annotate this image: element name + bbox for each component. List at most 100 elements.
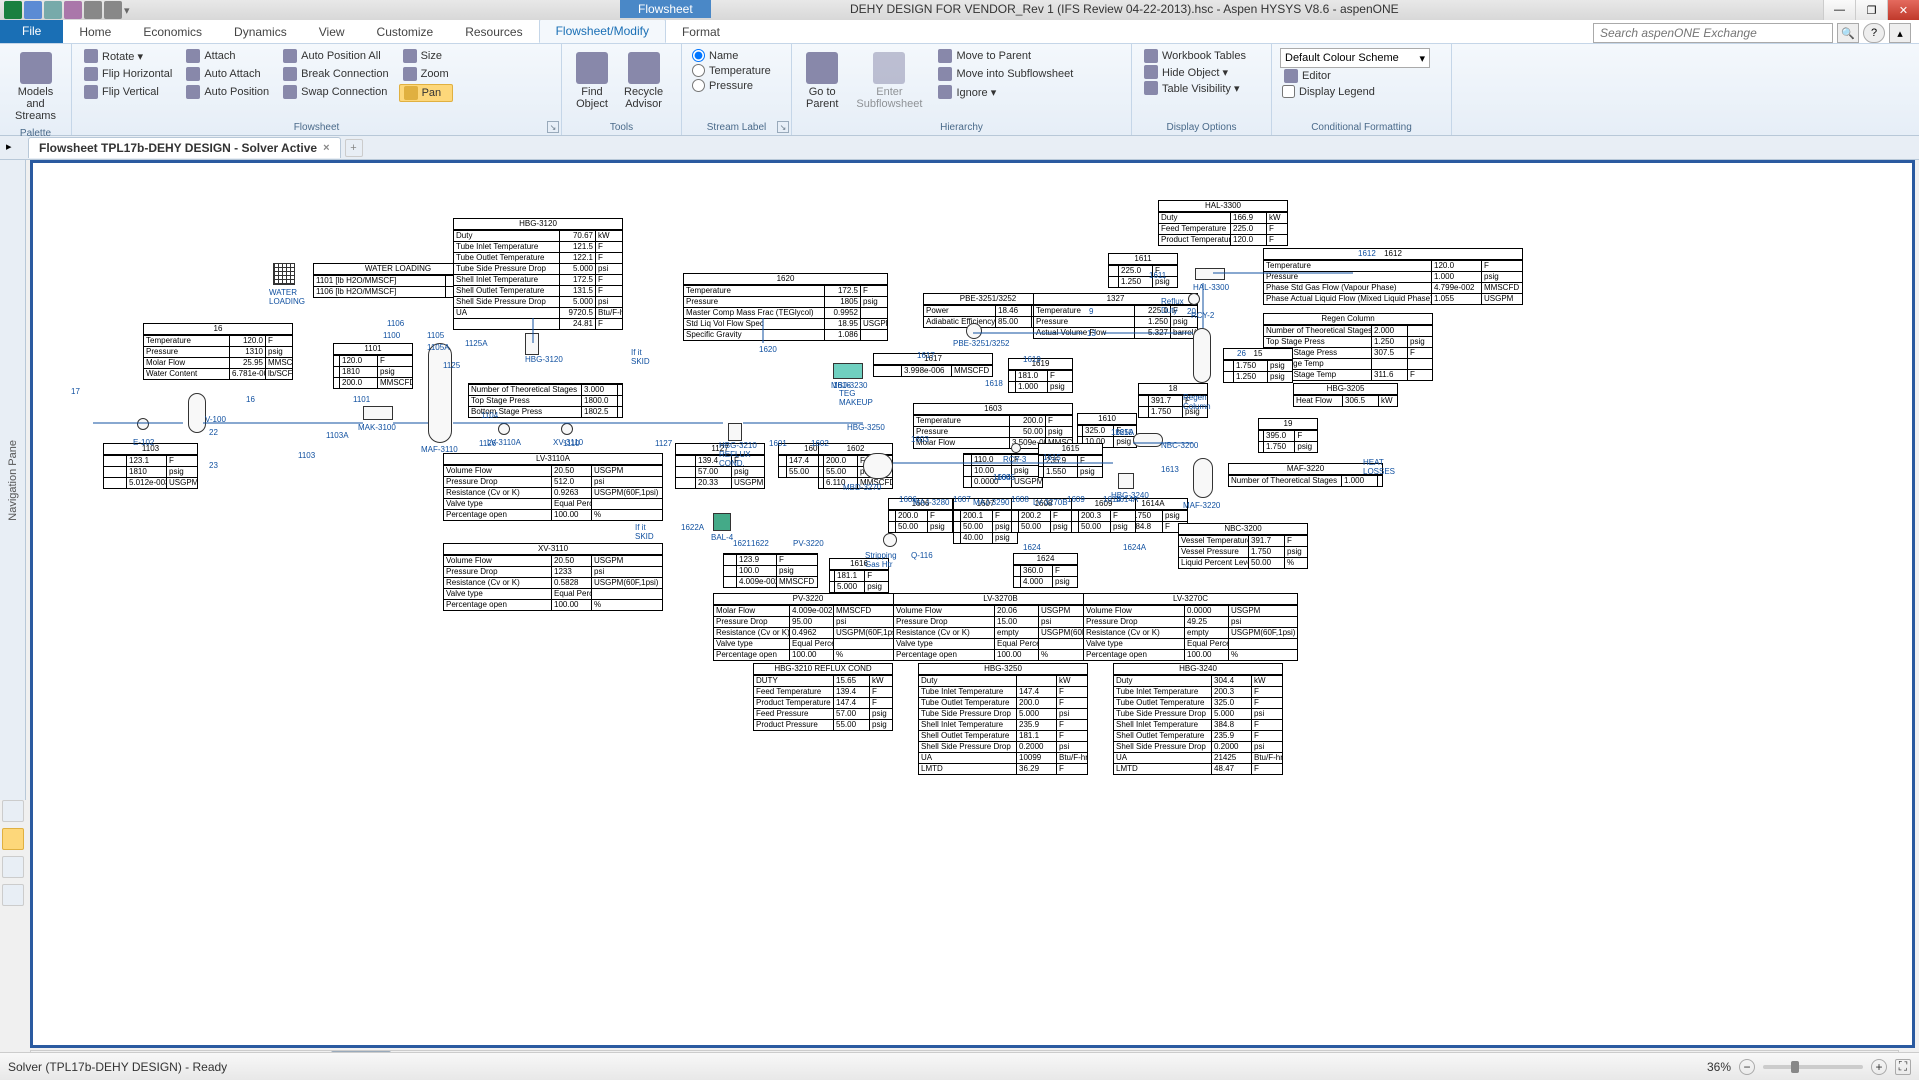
new-tab-button[interactable]: + xyxy=(345,139,363,157)
tab-flowsheet-modify[interactable]: Flowsheet/Modify xyxy=(539,19,666,43)
data-table[interactable]: LV-3270CVolume Flow0.0000USGPMPressure D… xyxy=(1083,593,1298,661)
tab-customize[interactable]: Customize xyxy=(361,21,450,43)
unit-block[interactable] xyxy=(1193,328,1211,383)
data-table[interactable]: 16Temperature120.0FPressure1310psigMolar… xyxy=(143,323,293,380)
data-table[interactable]: 19395.0F1.750psig xyxy=(1258,418,1318,453)
left-tool-3[interactable] xyxy=(2,856,24,878)
restore-button[interactable]: ❐ xyxy=(1855,0,1887,20)
unit-block[interactable] xyxy=(833,363,863,379)
qat-icon-4[interactable] xyxy=(84,1,102,19)
data-table[interactable]: HBG-3120Duty70.67kWTube Inlet Temperatur… xyxy=(453,218,623,330)
stream-label-name[interactable]: Name xyxy=(690,48,783,63)
unit-block[interactable] xyxy=(863,453,893,479)
models-streams-button[interactable]: Models and Streams xyxy=(8,48,63,126)
swap-connection-button[interactable]: Swap Connection xyxy=(279,84,392,100)
navigation-pane-collapsed[interactable]: Navigation Pane xyxy=(0,160,26,800)
display-legend-checkbox[interactable]: Display Legend xyxy=(1280,84,1443,99)
data-table[interactable]: 151.750psig1.250psig xyxy=(1223,348,1293,383)
rotate-button[interactable]: Rotate ▾ xyxy=(80,48,176,64)
unit-block[interactable] xyxy=(1193,458,1213,498)
data-table[interactable]: HBG-3210 REFLUX CONDDUTY15.65kWFeed Temp… xyxy=(753,663,893,731)
unit-block[interactable] xyxy=(883,533,897,547)
ribbon-collapse-button[interactable]: ▴ xyxy=(1889,23,1911,43)
editor-button[interactable]: Editor xyxy=(1280,68,1443,84)
flowsheet-canvas[interactable]: 16Temperature120.0FPressure1310psigMolar… xyxy=(33,163,1912,1045)
stream-label-dialog-launcher[interactable]: ↘ xyxy=(777,121,789,133)
move-to-parent-button[interactable]: Move to Parent xyxy=(934,48,1077,64)
colour-scheme-dropdown[interactable]: Default Colour Scheme▾ xyxy=(1280,48,1430,68)
nav-expand-button[interactable]: ▸ xyxy=(6,140,22,156)
data-table[interactable]: HBG-3205Heat Flow306.5kW xyxy=(1293,383,1398,407)
qat-save-icon[interactable] xyxy=(24,1,42,19)
left-tool-4[interactable] xyxy=(2,884,24,906)
document-tab[interactable]: Flowsheet TPL17b-DEHY DESIGN - Solver Ac… xyxy=(28,137,341,158)
attach-button[interactable]: Attach xyxy=(182,48,273,64)
auto-position-all-button[interactable]: Auto Position All xyxy=(279,48,392,64)
flowsheet-dialog-launcher[interactable]: ↘ xyxy=(547,121,559,133)
data-table[interactable]: 123.9F100.0psig4.009e-002MMSCFD xyxy=(723,553,818,588)
unit-block[interactable] xyxy=(728,423,742,441)
break-connection-button[interactable]: Break Connection xyxy=(279,66,392,82)
unit-block[interactable] xyxy=(525,333,539,355)
qat-undo-icon[interactable] xyxy=(44,1,62,19)
tab-home[interactable]: Home xyxy=(63,21,127,43)
data-table[interactable]: 1620Temperature172.5FPressure1805psigMas… xyxy=(683,273,888,341)
pan-button[interactable]: Pan xyxy=(399,84,453,102)
file-tab[interactable]: File xyxy=(0,19,63,43)
unit-block[interactable] xyxy=(188,393,206,433)
unit-block[interactable] xyxy=(137,418,149,430)
left-tool-1[interactable] xyxy=(2,800,24,822)
tab-dynamics[interactable]: Dynamics xyxy=(218,21,303,43)
data-table[interactable]: 1612Temperature120.0FPressure1.000psigPh… xyxy=(1263,248,1523,305)
unit-block[interactable] xyxy=(1133,433,1163,447)
data-table[interactable]: 1101120.0F1810psig200.0MMSCFD xyxy=(333,343,413,389)
unit-block[interactable] xyxy=(498,423,510,435)
flip-vertical-button[interactable]: Flip Vertical xyxy=(80,84,176,100)
data-table[interactable]: PV-3220Molar Flow4.009e-002MMSCFDPressur… xyxy=(713,593,903,661)
search-button[interactable]: 🔍 xyxy=(1837,23,1859,43)
zoom-thumb[interactable] xyxy=(1791,1061,1799,1073)
data-table[interactable]: XV-3110Volume Flow20.50USGPMPressure Dro… xyxy=(443,543,663,611)
data-table[interactable]: MAF-3220Number of Theoretical Stages1.00… xyxy=(1228,463,1383,487)
data-table[interactable]: LV-3270BVolume Flow20.06USGPMPressure Dr… xyxy=(893,593,1108,661)
unit-block[interactable] xyxy=(1195,268,1225,280)
data-table[interactable]: LV-3110AVolume Flow20.50USGPMPressure Dr… xyxy=(443,453,663,521)
size-button[interactable]: Size xyxy=(399,48,453,64)
left-tool-2[interactable] xyxy=(2,828,24,850)
table-visibility-button[interactable]: Table Visibility ▾ xyxy=(1140,80,1263,96)
tab-economics[interactable]: Economics xyxy=(127,21,218,43)
hide-object-button[interactable]: Hide Object ▾ xyxy=(1140,64,1263,80)
document-tab-close[interactable]: × xyxy=(323,142,329,154)
data-table[interactable]: 1103123.1F1810psig5.012e-003USGPM xyxy=(103,443,198,489)
auto-attach-button[interactable]: Auto Attach xyxy=(182,66,273,82)
workbook-tables-button[interactable]: Workbook Tables xyxy=(1140,48,1263,64)
ignore-button[interactable]: Ignore ▾ xyxy=(934,84,1077,100)
data-table[interactable]: 1611225.0F1.250psig xyxy=(1108,253,1178,288)
data-table[interactable]: NBC-3200Vessel Temperature391.7FVessel P… xyxy=(1178,523,1308,569)
data-table[interactable]: HAL-3300Duty166.9kWFeed Temperature225.0… xyxy=(1158,200,1288,246)
qat-redo-icon[interactable] xyxy=(64,1,82,19)
data-table[interactable]: HBG-3250DutykWTube Inlet Temperature147.… xyxy=(918,663,1088,775)
stream-label-pressure[interactable]: Pressure xyxy=(690,78,783,93)
help-button[interactable]: ? xyxy=(1863,23,1885,43)
zoom-button[interactable]: Zoom xyxy=(399,66,453,82)
data-table[interactable]: HBG-3240Duty304.4kWTube Inlet Temperatur… xyxy=(1113,663,1283,775)
zoom-fit-button[interactable]: ⛶ xyxy=(1895,1059,1911,1075)
stream-label-temperature[interactable]: Temperature xyxy=(690,63,783,78)
unit-block[interactable] xyxy=(561,423,573,435)
data-table[interactable]: 1624360.0F4.000psig xyxy=(1013,553,1078,588)
unit-block[interactable] xyxy=(428,343,452,443)
qat-dropdown[interactable]: ▾ xyxy=(124,4,130,17)
tab-format[interactable]: Format xyxy=(666,21,736,43)
move-into-sub-button[interactable]: Move into Subflowsheet xyxy=(934,66,1077,82)
tab-resources[interactable]: Resources xyxy=(449,21,538,43)
minimize-button[interactable]: — xyxy=(1823,0,1855,20)
search-input[interactable] xyxy=(1593,23,1833,43)
zoom-slider[interactable] xyxy=(1763,1065,1863,1069)
auto-position-button[interactable]: Auto Position xyxy=(182,84,273,100)
qat-icon-5[interactable] xyxy=(104,1,122,19)
unit-block[interactable] xyxy=(1011,443,1021,453)
unit-block[interactable] xyxy=(713,513,731,531)
unit-block[interactable] xyxy=(966,323,982,339)
unit-block[interactable] xyxy=(1188,293,1200,305)
